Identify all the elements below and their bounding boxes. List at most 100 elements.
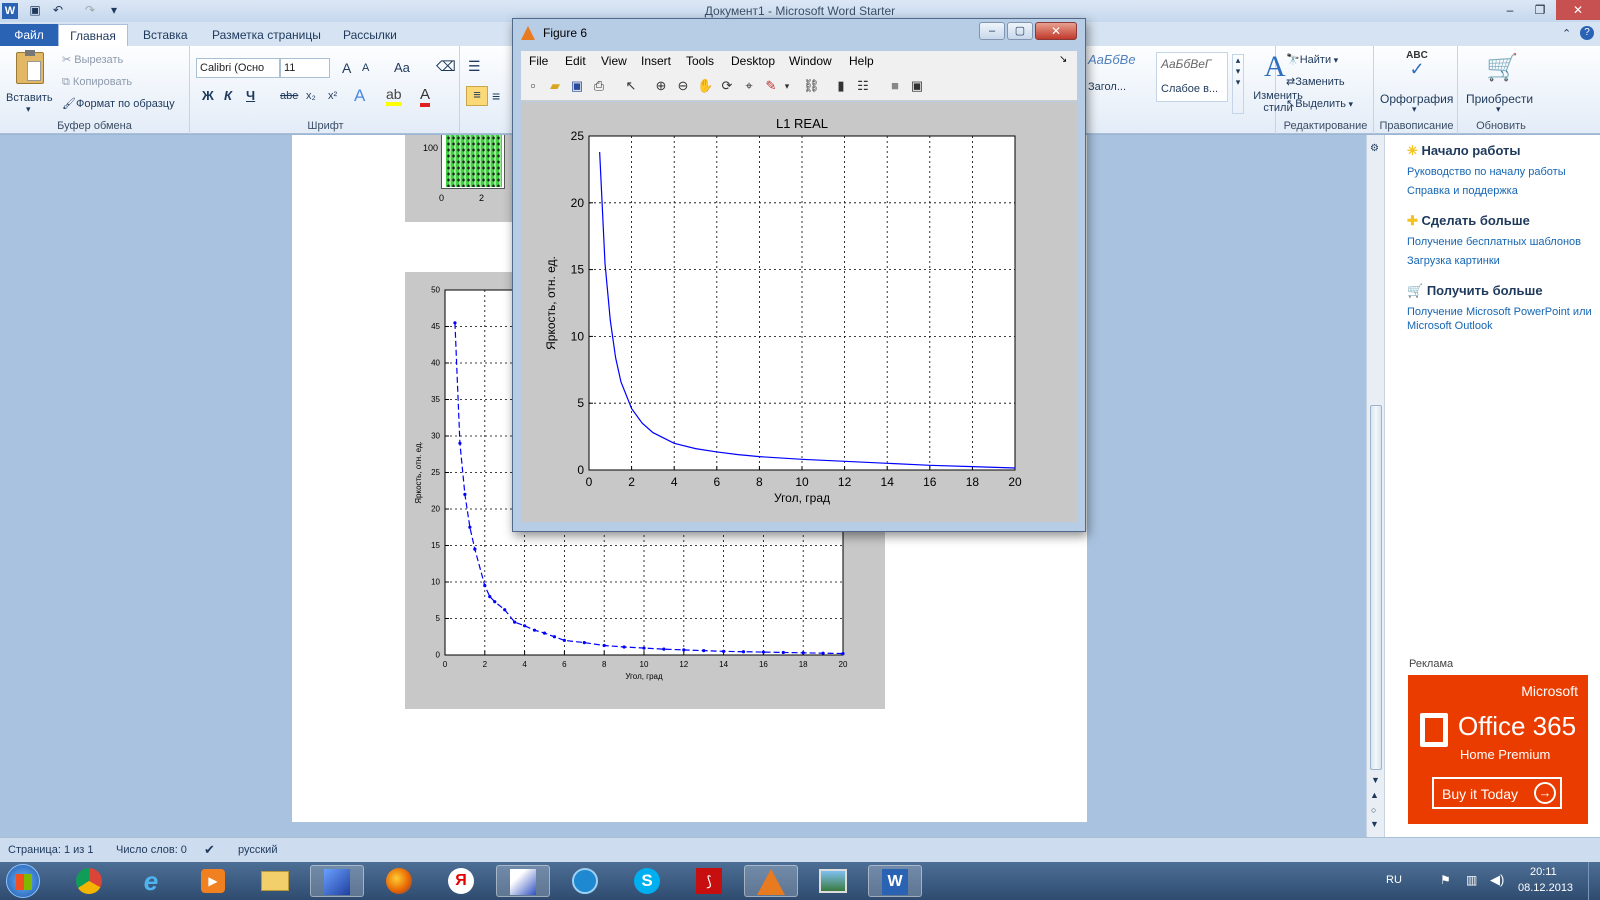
- text-effects-icon[interactable]: A: [354, 86, 365, 106]
- save-figure-icon[interactable]: ▣: [569, 78, 585, 94]
- network-icon[interactable]: ▥: [1466, 873, 1477, 887]
- taskbar-app-5[interactable]: [310, 865, 364, 897]
- status-language[interactable]: русский: [238, 844, 277, 856]
- pane-link-clipart[interactable]: Загрузка картинки: [1407, 254, 1597, 268]
- taskbar-firefox[interactable]: [372, 865, 426, 897]
- align-left-button[interactable]: ≡: [466, 86, 488, 106]
- clear-formatting-icon[interactable]: ⌫: [436, 58, 456, 75]
- status-words[interactable]: Число слов: 0: [116, 844, 187, 856]
- taskbar-matlab[interactable]: [744, 865, 798, 897]
- format-painter-button[interactable]: 🖌Формат по образцу: [62, 96, 175, 110]
- edit-plot-icon[interactable]: ↖: [623, 78, 639, 94]
- office-365-ad[interactable]: Microsoft Office 365 Home Premium Buy it…: [1408, 675, 1588, 824]
- cut-button[interactable]: ✂ Вырезать: [62, 52, 123, 66]
- legend-icon[interactable]: ☷: [855, 78, 871, 94]
- taskbar-ie[interactable]: e: [124, 865, 178, 897]
- figure-minimize-button[interactable]: –: [979, 22, 1005, 40]
- change-case-button[interactable]: Aa: [394, 60, 410, 75]
- menu-file[interactable]: File: [529, 54, 548, 68]
- menu-desktop[interactable]: Desktop: [731, 54, 775, 68]
- figure-maximize-button[interactable]: ▢: [1007, 22, 1033, 40]
- replace-button[interactable]: ⇄Заменить: [1286, 74, 1345, 88]
- style-subtle[interactable]: АаБбВеГ Слабое в...: [1156, 52, 1228, 102]
- start-button[interactable]: [6, 864, 40, 898]
- taskbar-word[interactable]: W: [868, 865, 922, 897]
- show-desktop-button[interactable]: [1588, 862, 1600, 900]
- flag-icon[interactable]: ⚑: [1440, 873, 1451, 887]
- print-icon[interactable]: ⎙: [591, 78, 607, 94]
- superscript-button[interactable]: x²: [328, 90, 337, 102]
- taskbar-yandex[interactable]: Я: [434, 865, 488, 897]
- taskbar-media-player[interactable]: ▶: [186, 865, 240, 897]
- bold-button[interactable]: Ж: [202, 88, 214, 103]
- hide-tools-icon[interactable]: ■: [887, 78, 903, 94]
- matlab-figure-window[interactable]: Figure 6 – ▢ ✕ File Edit View Insert Too…: [512, 18, 1086, 532]
- tab-page-layout[interactable]: Разметка страницы: [202, 24, 331, 46]
- taskbar-skype[interactable]: S: [620, 865, 674, 897]
- new-figure-icon[interactable]: ▫: [525, 78, 541, 94]
- scroll-thumb[interactable]: [1370, 405, 1382, 770]
- rotate-3d-icon[interactable]: ⟳: [719, 78, 735, 94]
- menu-edit[interactable]: Edit: [565, 54, 586, 68]
- data-cursor-icon[interactable]: ⌖: [741, 78, 757, 94]
- taskbar-app-8[interactable]: [496, 865, 550, 897]
- tab-insert[interactable]: Вставка: [133, 24, 198, 46]
- proofing-status-icon[interactable]: ✔: [204, 842, 215, 858]
- paste-button[interactable]: Вставить ▾: [4, 50, 56, 114]
- taskbar-app-9[interactable]: [558, 865, 612, 897]
- styles-scroll-icon[interactable]: ▴ ▾ ▾: [1232, 54, 1244, 114]
- tab-file[interactable]: Файл: [0, 24, 58, 46]
- volume-icon[interactable]: ◀): [1490, 872, 1504, 888]
- vertical-scrollbar[interactable]: ⚙ ▼ ▲ ○ ▼: [1366, 135, 1384, 837]
- next-page-icon[interactable]: ▼: [1370, 819, 1379, 829]
- menu-insert[interactable]: Insert: [641, 54, 671, 68]
- pane-link-templates[interactable]: Получение бесплатных шаблонов: [1407, 235, 1597, 249]
- highlight-icon[interactable]: ab: [386, 86, 402, 106]
- link-plot-icon[interactable]: ⛓: [803, 78, 820, 94]
- zoom-out-icon[interactable]: ⊖: [675, 78, 691, 94]
- spelling-button[interactable]: ABC ✓ Орфография ▾: [1376, 50, 1458, 114]
- brush-data-icon[interactable]: ✎: [763, 78, 779, 94]
- copy-button[interactable]: ⧉ Копировать: [62, 74, 132, 89]
- figure-close-button[interactable]: ✕: [1035, 22, 1077, 40]
- underline-button[interactable]: Ч: [246, 88, 255, 103]
- ruler-toggle-icon[interactable]: ⚙: [1370, 143, 1379, 154]
- open-file-icon[interactable]: ▰: [547, 78, 563, 94]
- taskbar-chrome[interactable]: [62, 865, 116, 897]
- italic-button[interactable]: К: [224, 88, 232, 103]
- maximize-button[interactable]: ❐: [1526, 0, 1554, 20]
- clock-time[interactable]: 20:11: [1530, 866, 1557, 878]
- select-button[interactable]: ↖Выделить ▾: [1286, 96, 1353, 110]
- font-family-combo[interactable]: Calibri (Осно: [196, 58, 280, 78]
- tab-mailings[interactable]: Рассылки: [333, 24, 407, 46]
- font-color-icon[interactable]: A: [420, 86, 431, 107]
- input-language[interactable]: RU: [1386, 874, 1402, 886]
- subscript-button[interactable]: x₂: [306, 90, 316, 102]
- acquire-button[interactable]: 🛒 Приобрести ▾: [1460, 50, 1542, 114]
- font-size-combo[interactable]: 11: [280, 58, 330, 78]
- minimize-ribbon-icon[interactable]: ⌃: [1562, 27, 1571, 40]
- pane-link-getting-started[interactable]: Руководство по началу работы: [1407, 165, 1597, 179]
- scroll-down-icon[interactable]: ▼: [1371, 775, 1380, 785]
- browse-object-icon[interactable]: ○: [1371, 805, 1376, 815]
- clock-date[interactable]: 08.12.2013: [1518, 882, 1573, 894]
- document-image-1[interactable]: 100 0 2: [405, 135, 520, 222]
- zoom-in-icon[interactable]: ⊕: [653, 78, 669, 94]
- grow-font-button[interactable]: A: [342, 60, 351, 76]
- ad-cta-button[interactable]: Buy it Today →: [1432, 777, 1562, 809]
- pane-link-powerpoint-outlook[interactable]: Получение Microsoft PowerPoint или Micro…: [1407, 305, 1597, 333]
- dock-arrow-icon[interactable]: ↘: [1059, 54, 1067, 65]
- find-button[interactable]: 🔭Найти ▾: [1286, 52, 1338, 66]
- menu-tools[interactable]: Tools: [686, 54, 714, 68]
- taskbar-app-13[interactable]: [806, 865, 860, 897]
- help-icon[interactable]: ?: [1580, 26, 1594, 40]
- menu-window[interactable]: Window: [789, 54, 832, 68]
- pane-link-help[interactable]: Справка и поддержка: [1407, 184, 1597, 198]
- brush-dropdown-icon[interactable]: ▾: [779, 78, 795, 94]
- colorbar-icon[interactable]: ▮: [833, 78, 849, 94]
- status-page[interactable]: Страница: 1 из 1: [8, 844, 94, 856]
- shrink-font-button[interactable]: A: [362, 62, 369, 74]
- prev-page-icon[interactable]: ▲: [1370, 790, 1379, 800]
- align-center-icon[interactable]: ≡: [492, 88, 500, 104]
- style-heading[interactable]: АаБбВе Загол...: [1088, 52, 1150, 102]
